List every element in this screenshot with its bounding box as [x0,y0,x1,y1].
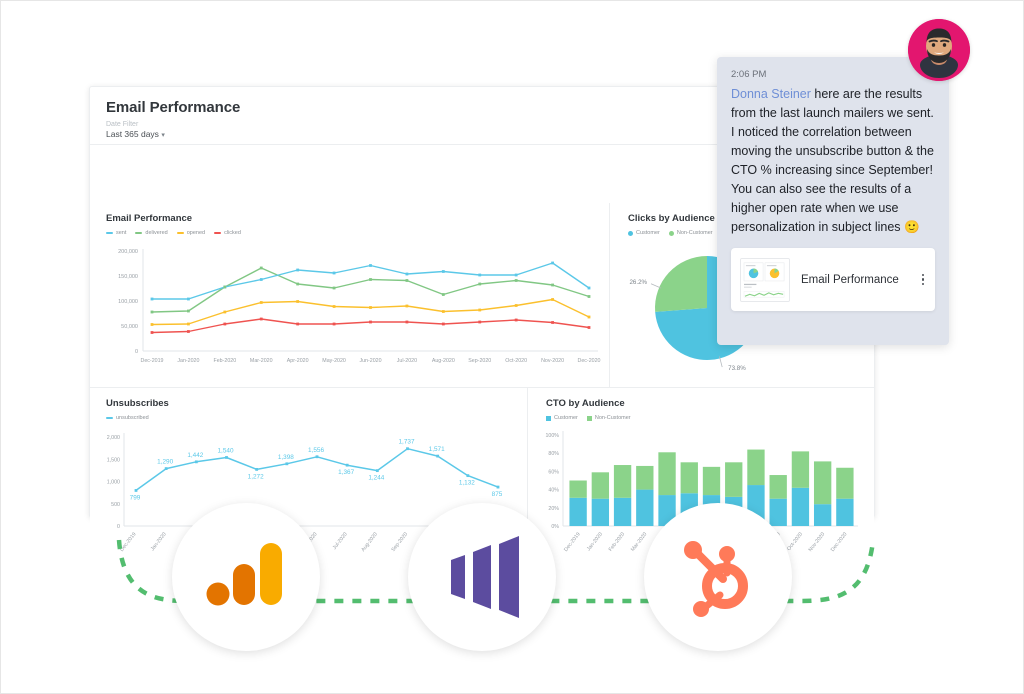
svg-text:1,571: 1,571 [429,446,445,453]
screenshot-root: Email Performance Date Filter Last 365 d… [0,0,1024,694]
message-text: Donna Steiner here are the results from … [731,85,935,237]
svg-text:1,500: 1,500 [107,457,120,463]
legend-item-delivered: delivered [135,230,168,236]
legend-item-cto-customer: Customer [546,415,578,421]
svg-text:799: 799 [130,494,141,501]
svg-text:73.8%: 73.8% [728,365,746,372]
panel-title-cto-by-audience: CTO by Audience [546,398,625,409]
legend-swatch-cto-non-customer-icon [586,415,592,421]
svg-text:Dec-2020: Dec-2020 [578,358,601,364]
svg-text:1,398: 1,398 [278,454,294,461]
panel-email-performance: Email Performance sent delivered opened … [90,203,609,387]
svg-text:80%: 80% [548,451,559,457]
svg-text:Oct-2020: Oct-2020 [505,358,527,364]
svg-text:200,000: 200,000 [118,249,138,255]
svg-text:1,367: 1,367 [338,469,354,476]
legend-cto-by-audience: Customer Non-Customer [546,415,874,421]
legend-swatch-non-customer-icon [668,230,674,236]
svg-text:100%: 100% [545,433,559,439]
attachment-card[interactable]: Email Performance [731,248,935,311]
svg-text:1,737: 1,737 [399,439,415,446]
svg-text:875: 875 [492,491,503,498]
svg-text:1,442: 1,442 [187,452,203,459]
svg-text:1,540: 1,540 [218,447,234,454]
svg-text:1,244: 1,244 [368,475,384,482]
legend-unsubscribes: unsubscribed [106,415,527,421]
svg-text:20%: 20% [548,506,559,512]
google-analytics-icon [206,543,282,606]
chevron-down-icon: ▾ [161,132,165,139]
attachment-title: Email Performance [801,273,899,286]
message-timestamp: 2:06 PM [731,69,767,80]
date-filter-value: Last 365 days [106,129,159,139]
svg-text:60%: 60% [548,469,559,475]
svg-text:1,272: 1,272 [248,473,264,480]
svg-text:Jul-2020: Jul-2020 [397,358,417,364]
legend-swatch-delivered-icon [135,232,143,234]
legend-label-delivered: delivered [145,230,168,236]
mention-donna-steiner[interactable]: Donna Steiner [731,87,811,101]
legend-item-cto-non-customer: Non-Customer [586,415,631,421]
hubspot-icon [684,541,748,617]
integration-marketo[interactable] [408,503,556,651]
attachment-menu-icon[interactable] [921,273,927,286]
svg-text:1,000: 1,000 [107,480,120,486]
legend-item-non-customer: Non-Customer [668,230,713,236]
legend-swatch-clicked-icon [214,232,222,234]
legend-label-non-customer: Non-Customer [676,230,713,236]
svg-text:40%: 40% [548,488,559,494]
legend-label-clicked: clicked [224,230,241,236]
svg-text:150,000: 150,000 [118,274,138,280]
integration-google-analytics[interactable] [172,503,320,651]
svg-text:Apr-2020: Apr-2020 [287,358,309,364]
legend-item-opened: opened [176,230,206,236]
svg-text:0: 0 [135,349,138,355]
legend-swatch-cto-customer-icon [546,415,551,421]
legend-item-sent: sent [106,230,126,236]
svg-text:100,000: 100,000 [118,299,138,305]
integration-hubspot[interactable] [644,503,792,651]
legend-item-clicked: clicked [214,230,241,236]
attachment-thumbnail-icon [740,257,790,302]
svg-text:Jan-2020: Jan-2020 [177,358,199,364]
svg-text:Jun-2020: Jun-2020 [359,358,381,364]
svg-text:Sep-2020: Sep-2020 [468,358,491,364]
avatar[interactable] [908,19,970,81]
svg-text:26.2%: 26.2% [629,279,647,286]
marketo-icon [451,536,519,618]
legend-label-sent: sent [116,230,127,236]
svg-text:Mar-2020: Mar-2020 [250,358,273,364]
legend-label-unsubscribed: unsubscribed [116,415,149,421]
svg-text:Dec-2019: Dec-2019 [141,358,164,364]
svg-text:500: 500 [111,502,120,508]
legend-swatch-sent-icon [106,232,113,234]
svg-text:1,556: 1,556 [308,447,324,454]
svg-text:Nov-2020: Nov-2020 [541,358,564,364]
svg-text:Feb-2020: Feb-2020 [213,358,236,364]
legend-email-performance: sent delivered opened clicked [106,230,609,236]
legend-item-customer: Customer [628,230,660,236]
legend-label-customer: Customer [636,230,660,236]
message-body-text: here are the results from the last launc… [731,87,934,234]
chart-email-performance: 0 50,000 100,000 150,000 200,000 Dec-2019 Jan-… [118,249,601,364]
svg-text:Aug-2020: Aug-2020 [432,358,455,364]
legend-label-cto-customer: Customer [554,415,578,421]
legend-label-opened: opened [186,230,206,236]
panel-title-unsubscribes: Unsubscribes [106,398,169,409]
svg-text:1,132: 1,132 [459,480,475,487]
legend-item-unsubscribed: unsubscribed [106,415,149,421]
panel-title-email-performance: Email Performance [106,213,193,224]
svg-text:May-2020: May-2020 [322,358,346,364]
chat-message-bubble: 2:06 PM Donna Steiner here are the resul… [717,57,949,345]
avatar-photo-icon [908,19,970,81]
svg-text:2,000: 2,000 [107,435,120,441]
svg-text:50,000: 50,000 [121,324,138,330]
legend-swatch-unsubscribed-icon [106,417,113,419]
legend-swatch-opened-icon [176,232,184,234]
legend-swatch-customer-icon [628,230,633,236]
svg-text:1,290: 1,290 [157,459,173,466]
legend-label-cto-non-customer: Non-Customer [594,415,631,421]
